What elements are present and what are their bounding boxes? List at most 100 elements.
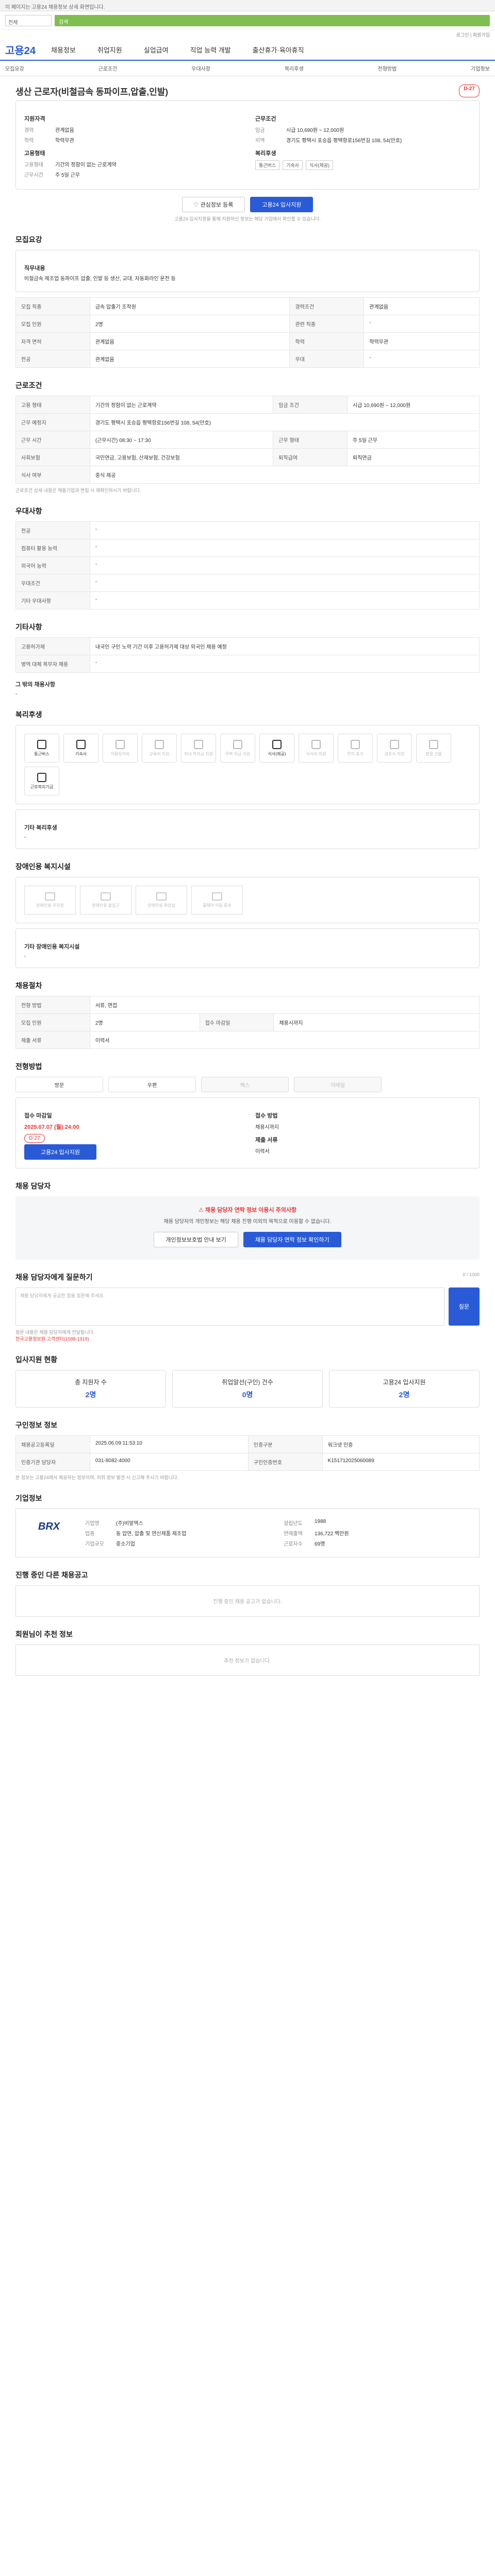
pref-section: 우대사항 전공 - 컴퓨터 활용 능력 - 외국어 능력 - 우대조건 - 기타 우대사… [15,506,480,609]
kv-value: (주)비알엑스 [116,1521,143,1527]
hiring-section: 채용절차 전형 방법 서류, 면접 모집 인원 2명 접수 마감일 채용시까지 제출 서… [15,980,480,1049]
cell-value: 기간의 정함이 없는 근로계약 [89,396,274,414]
gnb-item[interactable]: 직업 능력 개발 [190,45,231,55]
table-row: 근무 예정지 경기도 평택시 포승읍 평택항로156번길 108, 54(만호) [15,413,480,431]
qual-heading: 지원자격 [24,116,45,122]
welfare-item: 교육비 지원 [142,734,177,762]
other-value: - [15,691,18,697]
search-input[interactable]: 검색 [55,14,490,26]
logo[interactable]: 고용24 [5,42,36,57]
table-row: 제출 서류 이력서 [15,1031,480,1049]
save-interest-button[interactable]: ♡ 관심정보 등록 [182,197,245,212]
cell-key: 고용허가제 [15,637,90,655]
welfare-label: 명절 선물 [425,751,442,756]
cell-value: 채용시까지 [273,1013,480,1031]
table-row: 근무 시간 (근무시간) 08:30 ~ 17:30 근무 형태 주 5일 근무 [15,431,480,449]
kv-key: 업종 [85,1531,95,1537]
cell-value: 중식 제공 [89,466,480,484]
wheelchair-icon [212,892,222,901]
cell-key: 우대 [289,350,365,368]
qa-submit-button[interactable]: 질문 [449,1287,480,1326]
acc-other-value: - [24,954,26,959]
table-row: 전형 방법 서류, 면접 [15,996,480,1014]
apply-section: 전형방법 방문 우편 팩스 이메일 접수 마감일 2025.07.07 (월) … [15,1061,480,1168]
cell-value: 학력무관 [364,332,480,350]
welfare-label: 주택 자금 지원 [225,751,251,756]
welfare-item: 식사(제공) [259,734,294,762]
cell-key: 식사 여부 [15,466,90,484]
tab-cond[interactable]: 근로조건 [98,64,118,72]
recommend-section: 회원님이 추천 정보 추천 정보가 없습니다. [15,1629,480,1676]
tab-recruit[interactable]: 모집요강 [5,64,24,72]
section-title: 회원님이 추천 정보 [15,1630,73,1638]
meta-section: 구인정보 정보 채용공고등록일 2025.06.09 11:53:10 인증구분 워크… [15,1420,480,1481]
welfare-icon [76,739,86,749]
method-fax: 팩스 [201,1077,289,1092]
cell-key: 기타 우대사항 [15,591,90,609]
cell-value: 시급 10,690원 ~ 12,000원 [347,396,480,414]
welfare-icon [272,739,282,749]
save-interest-label: 관심정보 등록 [200,202,234,208]
table-row: 인증기관 담당자 031-8082-4000 구인인증번호 K151712025060… [15,1453,480,1471]
cell-value: 내국인 구인 노력 기간 이후 고용허가제 대상 외국인 채용 예정 [89,637,480,655]
cell-value: 관계없음 [364,297,480,315]
kv-value: 69명 [315,1541,325,1547]
section-title: 입사지원 현황 [15,1355,58,1364]
apply-note: 고용24 입사지원을 통해 지원하신 정보는 해당 기업에서 확인할 수 있습니… [174,216,321,222]
gnb-item[interactable]: 출산휴가·육아휴직 [253,45,304,55]
tab-welfare[interactable]: 복리후생 [285,64,304,72]
table-row: 기타 우대사항 - [15,591,480,609]
kv-key: 근무시간 [24,173,43,178]
welfare-label: 근로복지기금 [30,784,54,789]
contact-warning: ⚠ 채용 담당자 연락 정보 이용시 주의사항 [25,1206,470,1214]
welfare-label: 연차 휴가 [347,751,364,756]
welfare-section: 복리후생 통근버스 기숙사 차량유지비 교육비 지원 자녀 학자금 지원 주택 자금 지원… [15,709,480,849]
cell-value: - [89,556,480,574]
tab-company[interactable]: 기업정보 [471,64,490,72]
table-row: 병역 대체 복무자 채용 - [15,655,480,673]
kv-value: 주 5일 근무 [55,173,80,178]
cell-key: 컴퓨터 활용 능력 [15,539,90,557]
apply-button-2[interactable]: 고용24 입사지원 [24,1144,96,1160]
cell-value: 이력서 [89,1031,480,1049]
welfare-item: 명절 선물 [416,734,451,762]
tab-pref[interactable]: 우대사항 [191,64,210,72]
cell-key: 병역 대체 복무자 채용 [15,655,90,673]
tab-hiring[interactable]: 전형방법 [378,64,397,72]
cell-value: 관계없음 [89,350,290,368]
kv-value: 중소기업 [116,1541,135,1547]
cell-value: 국민연금, 고용보험, 산재보험, 건강보험 [89,448,274,466]
welfare-item: 연차 휴가 [338,734,373,762]
gnb-item[interactable]: 실업급여 [144,45,169,55]
method-visit: 방문 [15,1077,103,1092]
acc-label: 장애인용 화장실 [147,903,175,908]
contact-info-button[interactable]: 채용 담당자 연락 정보 확인하기 [243,1232,341,1247]
gnb-item[interactable]: 취업지원 [97,45,122,55]
welfare-icon [351,739,360,749]
header-tools[interactable]: 로그인 | 회원가입 [0,30,495,39]
search-category-select[interactable]: 전체 [5,14,52,26]
cond-note: 근로조건 상세 내용은 채용기업과 면접 시 재확인하시기 바랍니다. [15,488,141,493]
dday-badge: D-27 [459,84,480,97]
stat-card: 취업알선(구인) 건수 0명 [172,1370,323,1408]
cell-value: (근무시간) 08:30 ~ 17:30 [89,431,274,449]
welfare-label: 교육비 지원 [149,751,170,756]
kv-key: 기업명 [85,1521,100,1527]
welfare-icon [37,772,46,782]
contact-message: 채용 담당자의 개인정보는 해당 채용 진행 이외의 목적으로 이용할 수 없습… [163,1219,332,1225]
privacy-guide-button[interactable]: 개인정보보호법 안내 보기 [154,1232,238,1247]
kv-key: 학력 [24,138,34,144]
acc-item: 장애인용 주차장 [24,886,76,914]
qa-textarea[interactable]: 채용 담당자에게 궁금한 점을 질문해 주세요. [15,1287,444,1326]
cell-value: - [89,655,480,673]
disability-section: 장애인용 복지시설 장애인용 주차장 장애인용 출입구 장애인용 화장실 휠체어… [15,861,480,968]
acc-item: 장애인용 화장실 [136,886,187,914]
apply-button[interactable]: 고용24 입사지원 [250,197,314,212]
cell-value: - [364,315,480,333]
kv-key: 연매출액 [284,1531,303,1537]
stat-label: 취업알선(구인) 건수 [222,1379,273,1386]
docs-value: 이력서 [255,1149,270,1155]
welfare-label: 식사(제공) [268,751,286,756]
kv-key: 임금 [255,128,265,133]
gnb-item[interactable]: 채용정보 [51,45,76,55]
